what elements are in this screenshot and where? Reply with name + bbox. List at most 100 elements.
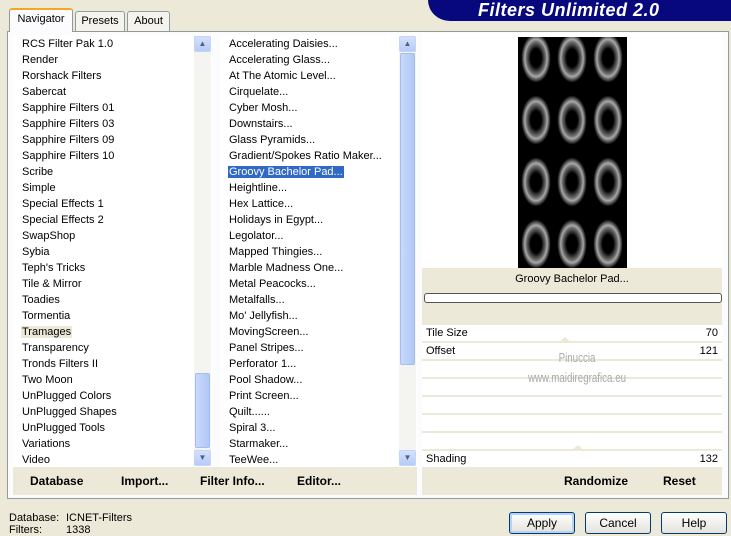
- reset-button[interactable]: Reset: [663, 474, 696, 488]
- list-item[interactable]: Groovy Bachelor Pad...: [220, 164, 417, 180]
- list-item-label: Perforator 1...: [229, 358, 297, 370]
- list-item[interactable]: Downstairs...: [220, 116, 417, 132]
- list-item[interactable]: Special Effects 1: [13, 196, 212, 212]
- list-item[interactable]: Quilt......: [220, 404, 417, 420]
- list-item-label: Accelerating Daisies...: [229, 38, 338, 50]
- scroll-up-icon[interactable]: ▲: [399, 36, 416, 52]
- scroll-down-icon[interactable]: ▼: [399, 450, 416, 466]
- list-item-label: RCS Filter Pak 1.0: [22, 38, 114, 50]
- tab-about[interactable]: About: [127, 11, 170, 31]
- progress-bar: [424, 293, 722, 303]
- category-scrollbar[interactable]: ▲ ▼: [194, 36, 211, 466]
- list-item[interactable]: MovingScreen...: [220, 324, 417, 340]
- preview-filter-name: Groovy Bachelor Pad...: [515, 273, 629, 285]
- list-item[interactable]: Teph's Tricks: [13, 260, 212, 276]
- list-item[interactable]: TeeWee...: [220, 452, 417, 467]
- list-item[interactable]: Accelerating Glass...: [220, 52, 417, 68]
- param-tile-size[interactable]: Tile Size 70: [422, 319, 722, 341]
- list-item[interactable]: Cyber Mosh...: [220, 100, 417, 116]
- list-item[interactable]: Sapphire Filters 09: [13, 132, 212, 148]
- list-item[interactable]: Heightline...: [220, 180, 417, 196]
- list-item[interactable]: Pool Shadow...: [220, 372, 417, 388]
- list-item-label: Tile & Mirror: [22, 278, 82, 290]
- list-item[interactable]: Print Screen...: [220, 388, 417, 404]
- filter-info-button[interactable]: Filter Info...: [200, 474, 265, 488]
- list-item-label: Quilt......: [229, 406, 270, 418]
- help-button[interactable]: Help: [661, 512, 727, 534]
- apply-button[interactable]: Apply: [509, 512, 575, 534]
- list-item[interactable]: Two Moon: [13, 372, 212, 388]
- list-item[interactable]: SwapShop: [13, 228, 212, 244]
- list-item[interactable]: Spiral 3...: [220, 420, 417, 436]
- list-item[interactable]: Starmaker...: [220, 436, 417, 452]
- filter-scrollbar[interactable]: ▲ ▼: [399, 36, 416, 466]
- import-button[interactable]: Import...: [121, 474, 168, 488]
- scroll-thumb[interactable]: [400, 53, 415, 365]
- list-item[interactable]: Rorshack Filters: [13, 68, 212, 84]
- slider-thumb[interactable]: [498, 319, 513, 325]
- list-item[interactable]: Sapphire Filters 10: [13, 148, 212, 164]
- list-item-label: Scribe: [22, 166, 54, 178]
- list-item[interactable]: Panel Stripes...: [220, 340, 417, 356]
- param-shading[interactable]: Shading 132: [422, 445, 722, 467]
- list-item[interactable]: UnPlugged Colors: [13, 388, 212, 404]
- list-item[interactable]: Simple: [13, 180, 212, 196]
- slider-thumb[interactable]: [570, 445, 585, 451]
- list-item[interactable]: Render: [13, 52, 212, 68]
- list-item[interactable]: Sabercat: [13, 84, 212, 100]
- list-item[interactable]: Marble Madness One...: [220, 260, 417, 276]
- list-item-label: Print Screen...: [229, 390, 299, 402]
- list-item[interactable]: Holidays in Egypt...: [220, 212, 417, 228]
- list-item[interactable]: Variations: [13, 436, 212, 452]
- filters-count: 1338: [66, 524, 91, 536]
- list-item[interactable]: Mo' Jellyfish...: [220, 308, 417, 324]
- list-item[interactable]: Mapped Thingies...: [220, 244, 417, 260]
- list-item-label: Tronds Filters II: [22, 358, 98, 370]
- scroll-up-icon[interactable]: ▲: [194, 36, 211, 52]
- list-item[interactable]: Cirquelate...: [220, 84, 417, 100]
- slider-thumb[interactable]: [557, 337, 572, 343]
- list-item[interactable]: Perforator 1...: [220, 356, 417, 372]
- list-item[interactable]: Metal Peacocks...: [220, 276, 417, 292]
- list-item-label: SwapShop: [22, 230, 76, 242]
- list-item[interactable]: Sapphire Filters 03: [13, 116, 212, 132]
- list-item[interactable]: Toadies: [13, 292, 212, 308]
- list-item[interactable]: Glass Pyramids...: [220, 132, 417, 148]
- editor-button[interactable]: Editor...: [297, 474, 341, 488]
- list-item[interactable]: Tile & Mirror: [13, 276, 212, 292]
- scroll-down-icon[interactable]: ▼: [194, 450, 211, 466]
- list-item[interactable]: Tronds Filters II: [13, 356, 212, 372]
- list-item-label: Sapphire Filters 01: [22, 102, 115, 114]
- category-list[interactable]: RCS Filter Pak 1.0 Render Rorshack Filters…: [13, 35, 212, 467]
- list-item[interactable]: At The Atomic Level...: [220, 68, 417, 84]
- list-item[interactable]: Hex Lattice...: [220, 196, 417, 212]
- cancel-button[interactable]: Cancel: [585, 512, 651, 534]
- list-item-label: Marble Madness One...: [229, 262, 344, 274]
- list-item[interactable]: UnPlugged Shapes: [13, 404, 212, 420]
- app-title: Filters Unlimited 2.0: [478, 0, 660, 20]
- scroll-thumb[interactable]: [195, 373, 210, 448]
- list-item[interactable]: UnPlugged Tools: [13, 420, 212, 436]
- tab-navigator[interactable]: Navigator: [9, 8, 73, 32]
- database-button[interactable]: Database: [30, 474, 83, 488]
- filter-list[interactable]: Accelerating Daisies... Accelerating Glas…: [220, 35, 417, 467]
- list-item[interactable]: Sapphire Filters 01: [13, 100, 212, 116]
- list-item[interactable]: Special Effects 2: [13, 212, 212, 228]
- param-empty: [422, 397, 722, 413]
- list-item[interactable]: Scribe: [13, 164, 212, 180]
- list-item[interactable]: Legolator...: [220, 228, 417, 244]
- list-item[interactable]: Tormentia: [13, 308, 212, 324]
- list-item[interactable]: Metalfalls...: [220, 292, 417, 308]
- list-item[interactable]: Tramages: [13, 324, 212, 340]
- list-item[interactable]: Video: [13, 452, 212, 467]
- tab-presets[interactable]: Presets: [75, 11, 125, 31]
- list-item-label: Tormentia: [22, 310, 71, 322]
- list-item-label: Sapphire Filters 09: [22, 134, 115, 146]
- list-item[interactable]: Gradient/Spokes Ratio Maker...: [220, 148, 417, 164]
- list-item[interactable]: Sybia: [13, 244, 212, 260]
- list-item[interactable]: Transparency: [13, 340, 212, 356]
- randomize-button[interactable]: Randomize: [564, 474, 628, 488]
- list-item-label: Teph's Tricks: [22, 262, 86, 274]
- list-item[interactable]: Accelerating Daisies...: [220, 36, 417, 52]
- list-item[interactable]: RCS Filter Pak 1.0: [13, 36, 212, 52]
